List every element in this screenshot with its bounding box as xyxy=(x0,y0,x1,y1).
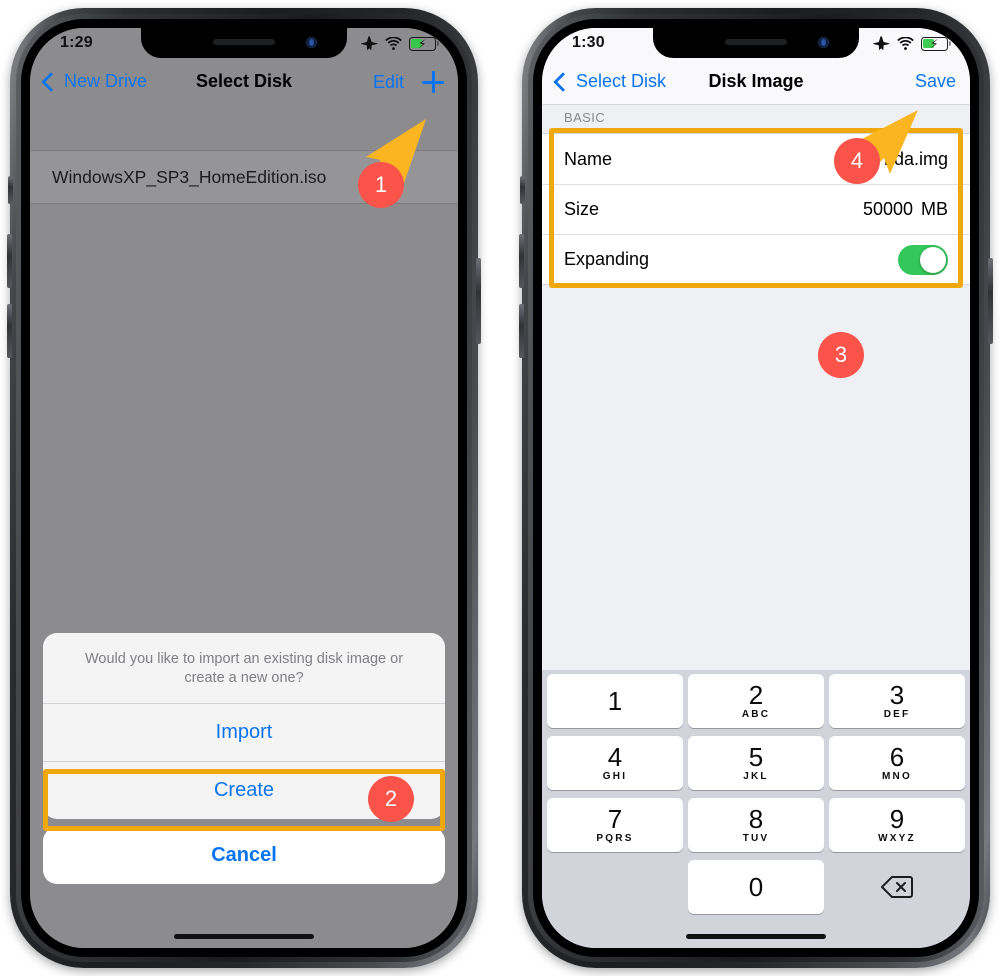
right-phone-mockup: 1:30 ⚡ Select Disk Disk Image Save BASIC xyxy=(519,8,993,968)
nav-right-actions: Save xyxy=(915,71,956,92)
numeric-keypad: 1 2 ABC 3 DEF 4 GHI 5 JKL 6 MNO 7 PQRS 8… xyxy=(542,670,970,948)
key-3[interactable]: 3 DEF xyxy=(829,674,965,728)
key-letters: GHI xyxy=(602,771,628,782)
notch xyxy=(141,28,347,58)
status-icons: ⚡ xyxy=(361,36,439,51)
key-number: 6 xyxy=(889,742,905,772)
import-button[interactable]: Import xyxy=(43,704,445,761)
step-badge-1: 1 xyxy=(358,162,404,208)
step-badge-2: 2 xyxy=(368,776,414,822)
home-indicator xyxy=(174,934,314,939)
key-6[interactable]: 6 MNO xyxy=(829,736,965,790)
airplane-icon xyxy=(361,36,378,51)
key-2[interactable]: 2 ABC xyxy=(688,674,824,728)
key-letters: PQRS xyxy=(596,833,634,844)
key-blank xyxy=(547,860,683,914)
earpiece-speaker xyxy=(725,39,787,45)
key-4[interactable]: 4 GHI xyxy=(547,736,683,790)
key-9[interactable]: 9 WXYZ xyxy=(829,798,965,852)
key-letters: ABC xyxy=(741,709,771,720)
left-phone-mockup: 1:29 ⚡ New Drive Select Disk Edit Window… xyxy=(7,8,481,968)
notch xyxy=(653,28,859,58)
action-sheet: Would you like to import an existing dis… xyxy=(43,633,445,884)
mute-switch[interactable] xyxy=(8,176,13,204)
volume-up-button[interactable] xyxy=(519,234,524,288)
key-0[interactable]: 0 xyxy=(688,860,824,914)
page-title: Disk Image xyxy=(708,71,804,91)
backspace-icon xyxy=(881,876,913,898)
step-badge-3: 3 xyxy=(818,332,864,378)
edit-button[interactable]: Edit xyxy=(373,72,404,93)
wifi-icon xyxy=(897,37,914,50)
list-item-label: WindowsXP_SP3_HomeEdition.iso xyxy=(52,166,327,187)
key-letters: WXYZ xyxy=(878,833,916,844)
power-button[interactable] xyxy=(476,258,481,344)
key-letters: JKL xyxy=(743,771,769,782)
key-letters: TUV xyxy=(742,833,770,844)
key-letters: MNO xyxy=(882,771,912,782)
volume-down-button[interactable] xyxy=(7,304,12,358)
airplane-icon xyxy=(873,36,890,51)
front-camera-icon xyxy=(306,37,317,48)
keypad-row: 7 PQRS 8 TUV 9 WXYZ xyxy=(542,798,970,852)
nav-right-actions: Edit xyxy=(373,71,444,93)
battery-charging-icon: ⚡ xyxy=(409,36,439,51)
key-number: 4 xyxy=(607,742,623,772)
keypad-row: 1 2 ABC 3 DEF xyxy=(542,674,970,728)
key-backspace[interactable] xyxy=(829,860,965,914)
status-time: 1:30 xyxy=(572,34,605,51)
key-letters: DEF xyxy=(883,709,911,720)
key-number: 2 xyxy=(748,680,764,710)
status-icons: ⚡ xyxy=(873,36,951,51)
earpiece-speaker xyxy=(213,39,275,45)
save-button[interactable]: Save xyxy=(915,71,956,92)
mute-switch[interactable] xyxy=(520,176,525,204)
wifi-icon xyxy=(385,37,402,50)
key-number: 8 xyxy=(748,804,764,834)
action-sheet-message: Would you like to import an existing dis… xyxy=(43,633,445,704)
navigation-bar: Select Disk Disk Image Save xyxy=(542,60,970,105)
key-1[interactable]: 1 xyxy=(547,674,683,728)
section-header-basic: BASIC xyxy=(564,110,606,125)
battery-charging-icon: ⚡ xyxy=(921,36,951,51)
key-number: 7 xyxy=(607,804,623,834)
key-number: 1 xyxy=(607,685,623,716)
cancel-button[interactable]: Cancel xyxy=(43,827,445,884)
key-number: 3 xyxy=(889,680,905,710)
status-time: 1:29 xyxy=(60,34,93,51)
front-camera-icon xyxy=(818,37,829,48)
volume-down-button[interactable] xyxy=(519,304,524,358)
power-button[interactable] xyxy=(988,258,993,344)
key-5[interactable]: 5 JKL xyxy=(688,736,824,790)
key-number: 0 xyxy=(748,872,764,902)
home-indicator xyxy=(686,934,826,939)
keypad-row: 0 xyxy=(542,860,970,914)
step-badge-4: 4 xyxy=(834,138,880,184)
key-number: 9 xyxy=(889,804,905,834)
key-8[interactable]: 8 TUV xyxy=(688,798,824,852)
key-7[interactable]: 7 PQRS xyxy=(547,798,683,852)
keypad-row: 4 GHI 5 JKL 6 MNO xyxy=(542,736,970,790)
key-number: 5 xyxy=(748,742,764,772)
volume-up-button[interactable] xyxy=(7,234,12,288)
plus-icon[interactable] xyxy=(422,71,444,93)
navigation-bar: New Drive Select Disk Edit xyxy=(30,60,458,104)
